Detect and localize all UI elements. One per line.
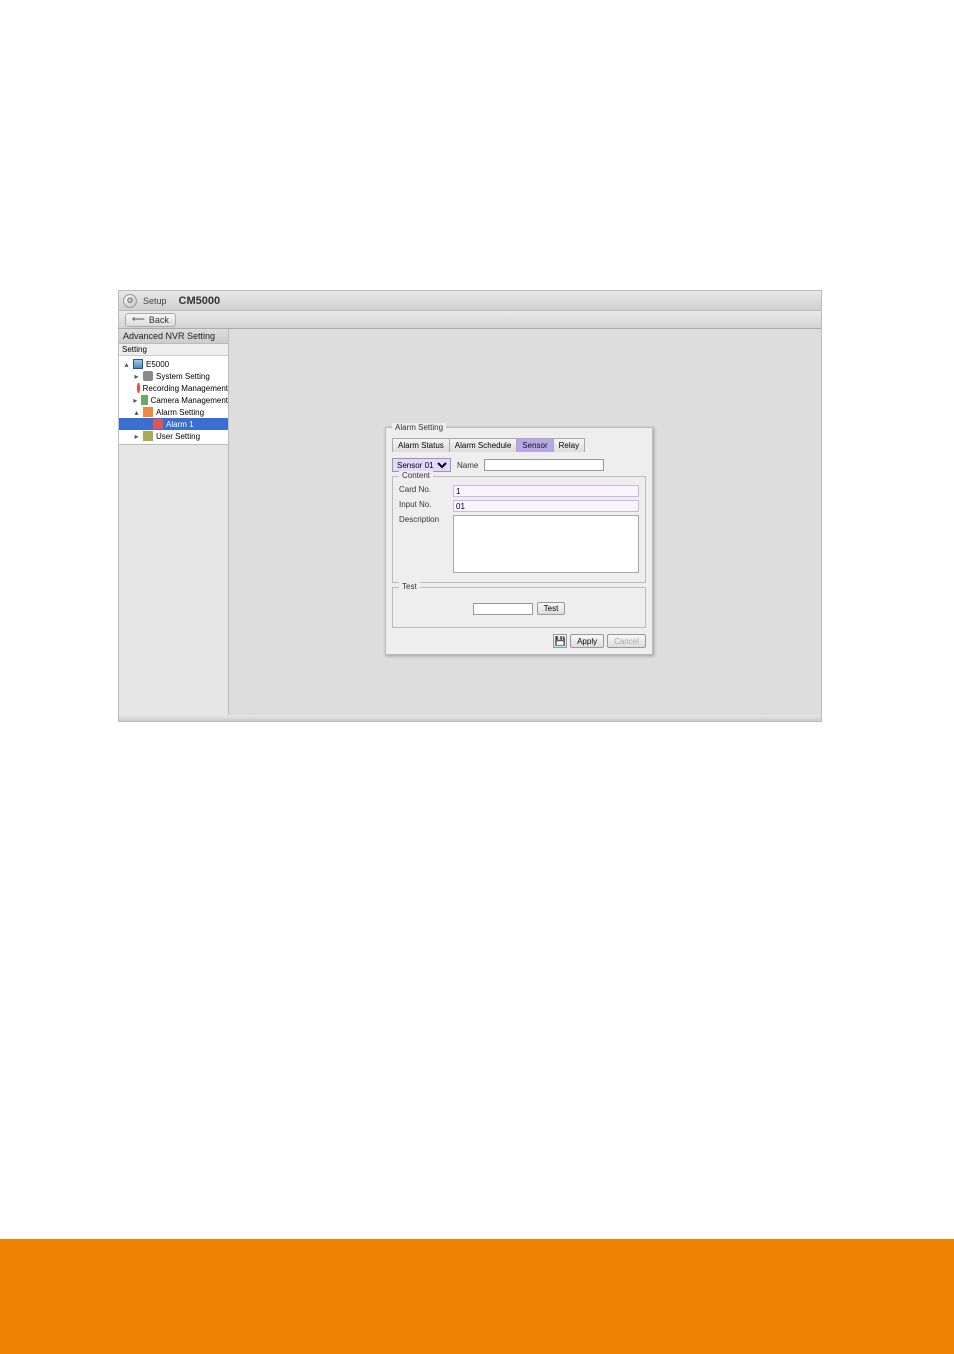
- test-group: Test Test: [392, 587, 646, 628]
- alarm-tabs: Alarm Status Alarm Schedule Sensor Relay: [392, 438, 646, 452]
- record-icon: [137, 383, 139, 393]
- toolbar: ⟵ Back: [119, 311, 821, 329]
- card-no-row: Card No.: [399, 485, 639, 497]
- tree-item-label: Alarm 1: [166, 420, 194, 429]
- test-group-title: Test: [399, 582, 420, 591]
- gear-icon: [143, 371, 153, 381]
- sidebar: Advanced NVR Setting Setting ▴ E5000 ▸ S…: [119, 329, 229, 715]
- test-row: Test: [399, 596, 639, 621]
- product-name: CM5000: [179, 295, 221, 307]
- back-label: Back: [149, 315, 169, 325]
- expander-icon[interactable]: ▸: [133, 432, 140, 441]
- input-no-field: [453, 500, 639, 512]
- main-area: Alarm Setting Alarm Status Alarm Schedul…: [229, 329, 821, 715]
- tree-root-label: E5000: [146, 360, 169, 369]
- tree-item-label: User Setting: [156, 432, 200, 441]
- content-group-title: Content: [399, 471, 433, 480]
- sidebar-panel-title: Setting: [119, 344, 228, 356]
- test-input[interactable]: [473, 603, 533, 615]
- alarm-child-icon: [153, 419, 163, 429]
- tree-alarm-setting[interactable]: ▴ Alarm Setting: [119, 406, 228, 418]
- expander-icon[interactable]: ▴: [133, 408, 140, 417]
- page-footer: [0, 1239, 954, 1354]
- setup-label: Setup: [143, 296, 167, 306]
- alarm-icon: [143, 407, 153, 417]
- description-row: Description: [399, 515, 639, 573]
- alarm-setting-panel: Alarm Setting Alarm Status Alarm Schedul…: [385, 427, 653, 655]
- input-no-row: Input No.: [399, 500, 639, 512]
- expander-icon[interactable]: ▴: [123, 360, 130, 369]
- tree-item-label: Alarm Setting: [156, 408, 204, 417]
- save-icon-button[interactable]: 💾: [553, 634, 567, 648]
- card-no-field: [453, 485, 639, 497]
- tree-item-label: Recording Management: [143, 384, 228, 393]
- tree-item-label: Camera Management: [151, 396, 228, 405]
- content-group: Content Card No. Input No. Description: [392, 476, 646, 583]
- tree-alarm-1[interactable]: Alarm 1: [119, 418, 228, 430]
- alarm-panel-body: Alarm Status Alarm Schedule Sensor Relay…: [386, 428, 652, 654]
- user-icon: [143, 431, 153, 441]
- tab-relay[interactable]: Relay: [554, 438, 585, 452]
- tab-alarm-schedule[interactable]: Alarm Schedule: [450, 438, 517, 452]
- sensor-select[interactable]: Sensor 01: [392, 458, 451, 472]
- sensor-name-row: Sensor 01 Name: [392, 458, 646, 472]
- save-icon: 💾: [554, 636, 565, 647]
- tree-user-setting[interactable]: ▸ User Setting: [119, 430, 228, 442]
- sidebar-panel: Setting ▴ E5000 ▸ System Setting: [119, 344, 228, 445]
- back-button[interactable]: ⟵ Back: [125, 313, 176, 327]
- description-textarea[interactable]: [453, 515, 639, 573]
- name-input[interactable]: [484, 459, 604, 471]
- expander-icon[interactable]: ▸: [133, 396, 138, 405]
- name-label: Name: [457, 461, 478, 470]
- window-footer: [119, 715, 821, 721]
- tree-camera-management[interactable]: ▸ Camera Management: [119, 394, 228, 406]
- tree-item-label: System Setting: [156, 372, 210, 381]
- tab-alarm-status[interactable]: Alarm Status: [392, 438, 450, 452]
- setup-icon[interactable]: ⚙: [123, 294, 137, 308]
- expander-icon[interactable]: ▸: [133, 372, 140, 381]
- sidebar-header: Advanced NVR Setting: [119, 329, 228, 344]
- tree-system-setting[interactable]: ▸ System Setting: [119, 370, 228, 382]
- cancel-button[interactable]: Cancel: [607, 634, 646, 648]
- nav-tree: ▴ E5000 ▸ System Setting Recording Manag…: [119, 356, 228, 444]
- app-window: ⚙ Setup CM5000 ⟵ Back Advanced NVR Setti…: [118, 290, 822, 722]
- description-label: Description: [399, 515, 447, 524]
- back-arrow-icon: ⟵: [132, 314, 145, 325]
- test-button[interactable]: Test: [537, 602, 566, 615]
- titlebar: ⚙ Setup CM5000: [119, 291, 821, 311]
- card-no-label: Card No.: [399, 485, 447, 494]
- computer-icon: [133, 359, 143, 369]
- input-no-label: Input No.: [399, 500, 447, 509]
- tab-sensor[interactable]: Sensor: [517, 438, 553, 452]
- apply-button[interactable]: Apply: [570, 634, 604, 648]
- tree-root[interactable]: ▴ E5000: [119, 358, 228, 370]
- tree-recording-management[interactable]: Recording Management: [119, 382, 228, 394]
- bottom-buttons: 💾 Apply Cancel: [392, 628, 646, 648]
- content-row: Advanced NVR Setting Setting ▴ E5000 ▸ S…: [119, 329, 821, 715]
- camera-icon: [141, 395, 148, 405]
- alarm-panel-title: Alarm Setting: [392, 423, 446, 432]
